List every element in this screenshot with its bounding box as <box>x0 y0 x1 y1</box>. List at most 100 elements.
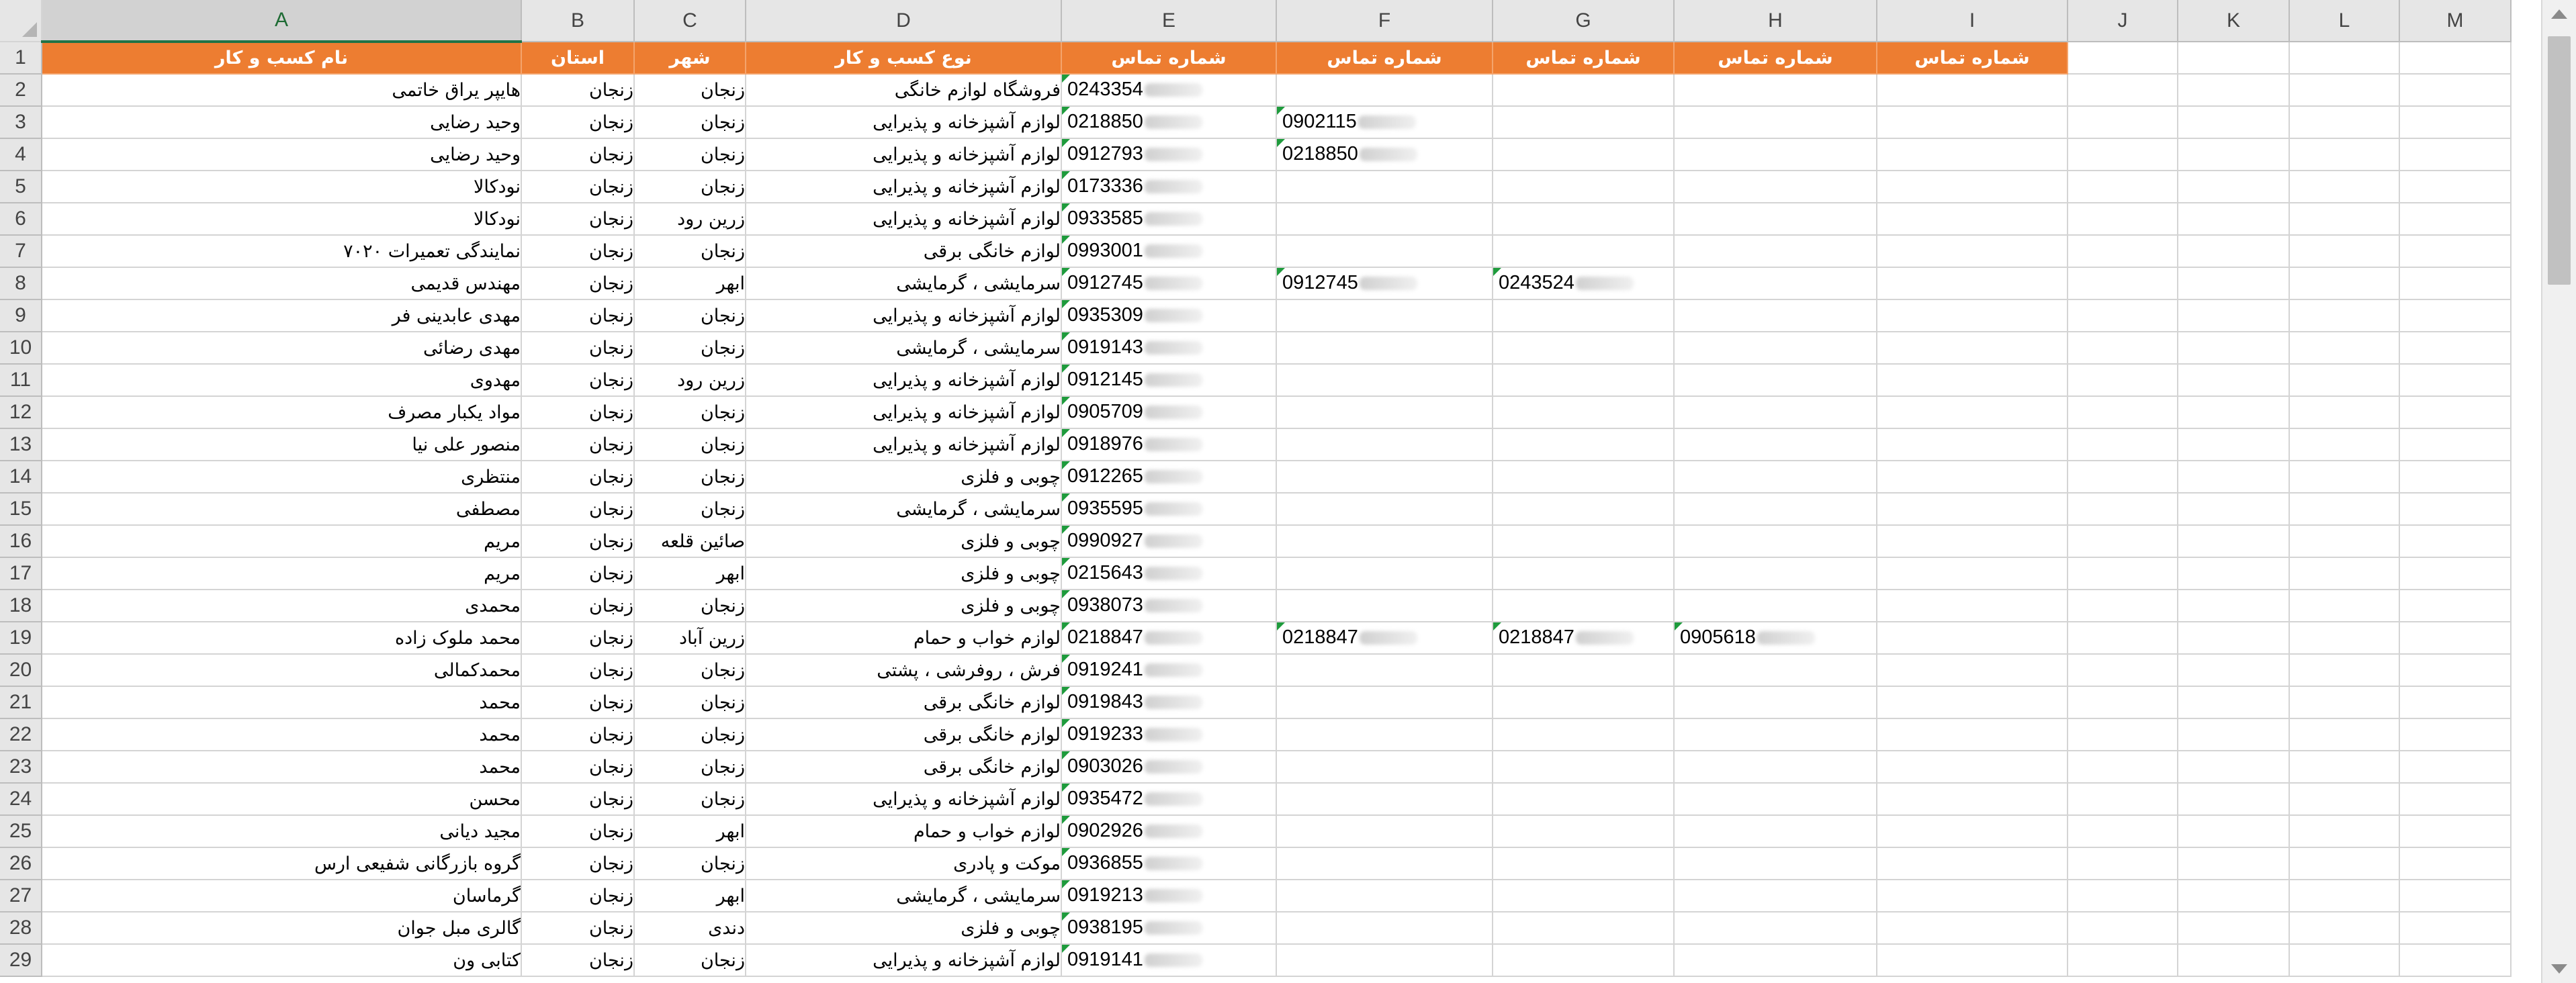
select-all-corner[interactable] <box>0 0 42 42</box>
data-cell-c[interactable]: زنجان <box>634 590 746 622</box>
empty-cell[interactable] <box>1877 267 2068 300</box>
column-header-e[interactable]: E <box>1061 0 1277 42</box>
data-cell-c[interactable]: زنجان <box>634 138 746 171</box>
empty-cell[interactable] <box>2289 847 2400 880</box>
data-cell-b[interactable]: زنجان <box>521 751 635 784</box>
phone-cell[interactable]: 0918976 <box>1061 428 1277 461</box>
data-cell-b[interactable]: زنجان <box>521 590 635 622</box>
empty-cell[interactable] <box>1674 847 1877 880</box>
empty-cell[interactable] <box>2289 235 2400 268</box>
data-cell-d[interactable]: فرش ، روفرشی ، پشتی <box>746 654 1062 687</box>
empty-cell[interactable] <box>1276 396 1493 429</box>
empty-cell[interactable] <box>2399 847 2512 880</box>
empty-cell[interactable] <box>1276 235 1493 268</box>
empty-cell[interactable] <box>1877 332 2068 365</box>
data-cell-d[interactable]: چوبی و فلزی <box>746 525 1062 558</box>
phone-cell[interactable]: 0243354 <box>1061 74 1277 107</box>
data-cell-c[interactable]: زنجان <box>634 751 746 784</box>
data-cell-d[interactable]: لوازم خانگی برقی <box>746 751 1062 784</box>
empty-cell[interactable] <box>1877 364 2068 397</box>
empty-cell[interactable] <box>1493 815 1675 848</box>
empty-cell[interactable] <box>2068 461 2178 494</box>
empty-cell[interactable] <box>1493 332 1675 365</box>
column-header-l[interactable]: L <box>2289 0 2400 42</box>
phone-cell[interactable]: 0938195 <box>1061 912 1277 945</box>
empty-cell[interactable] <box>2399 106 2512 139</box>
empty-cell[interactable] <box>2399 364 2512 397</box>
row-header[interactable]: 24 <box>0 783 42 816</box>
empty-cell[interactable] <box>2068 42 2178 75</box>
empty-cell[interactable] <box>1877 718 2068 751</box>
empty-cell[interactable] <box>1674 396 1877 429</box>
empty-cell[interactable] <box>1493 912 1675 945</box>
empty-cell[interactable] <box>1276 718 1493 751</box>
data-cell-d[interactable]: چوبی و فلزی <box>746 912 1062 945</box>
empty-cell[interactable] <box>2068 847 2178 880</box>
empty-cell[interactable] <box>2068 783 2178 816</box>
header-cell-a[interactable]: نام کسب و کار <box>42 42 522 75</box>
row-header[interactable]: 9 <box>0 299 42 332</box>
data-cell-b[interactable]: زنجان <box>521 138 635 171</box>
row-header[interactable]: 12 <box>0 396 42 429</box>
empty-cell[interactable] <box>1493 590 1675 622</box>
empty-cell[interactable] <box>1877 428 2068 461</box>
data-cell-d[interactable]: سرمایشی ، گرمایشی <box>746 332 1062 365</box>
row-header[interactable]: 2 <box>0 74 42 107</box>
empty-cell[interactable] <box>2178 718 2290 751</box>
empty-cell[interactable] <box>1877 847 2068 880</box>
column-header-a[interactable]: A <box>42 0 522 43</box>
empty-cell[interactable] <box>1276 461 1493 494</box>
empty-cell[interactable] <box>2399 525 2512 558</box>
empty-cell[interactable] <box>2399 912 2512 945</box>
empty-cell[interactable] <box>2399 461 2512 494</box>
data-cell-a[interactable]: مهدی عابدینی فر <box>42 299 522 332</box>
data-cell-d[interactable]: لوازم آشپزخانه و پذیرایی <box>746 944 1062 977</box>
column-header-j[interactable]: J <box>2068 0 2178 42</box>
row-header[interactable]: 7 <box>0 235 42 268</box>
column-header-c[interactable]: C <box>634 0 746 42</box>
empty-cell[interactable] <box>1877 654 2068 687</box>
empty-cell[interactable] <box>2178 171 2290 203</box>
extra-phone-cell[interactable]: 0218850 <box>1276 138 1493 171</box>
empty-cell[interactable] <box>1877 815 2068 848</box>
empty-cell[interactable] <box>2289 654 2400 687</box>
phone-cell[interactable]: 0905709 <box>1061 396 1277 429</box>
empty-cell[interactable] <box>2289 364 2400 397</box>
data-cell-c[interactable]: زنجان <box>634 493 746 526</box>
vertical-scrollbar[interactable] <box>2541 0 2576 983</box>
empty-cell[interactable] <box>1877 235 2068 268</box>
empty-cell[interactable] <box>2399 171 2512 203</box>
row-header[interactable]: 11 <box>0 364 42 397</box>
column-header-i[interactable]: I <box>1877 0 2068 42</box>
empty-cell[interactable] <box>2399 815 2512 848</box>
empty-cell[interactable] <box>1877 138 2068 171</box>
data-cell-b[interactable]: زنجان <box>521 525 635 558</box>
empty-cell[interactable] <box>2289 461 2400 494</box>
empty-cell[interactable] <box>1674 686 1877 719</box>
row-header[interactable]: 17 <box>0 557 42 590</box>
empty-cell[interactable] <box>1674 590 1877 622</box>
data-cell-a[interactable]: محمد <box>42 686 522 719</box>
empty-cell[interactable] <box>2178 622 2290 655</box>
empty-cell[interactable] <box>2178 751 2290 784</box>
empty-cell[interactable] <box>2178 461 2290 494</box>
scroll-down-icon[interactable] <box>2551 964 2567 974</box>
empty-cell[interactable] <box>1276 428 1493 461</box>
empty-cell[interactable] <box>2399 686 2512 719</box>
empty-cell[interactable] <box>2178 74 2290 107</box>
empty-cell[interactable] <box>2289 74 2400 107</box>
phone-cell[interactable]: 0993001 <box>1061 235 1277 268</box>
data-cell-a[interactable]: نودکالا <box>42 203 522 236</box>
column-header-f[interactable]: F <box>1276 0 1493 42</box>
empty-cell[interactable] <box>2068 718 2178 751</box>
data-cell-b[interactable]: زنجان <box>521 944 635 977</box>
empty-cell[interactable] <box>1877 106 2068 139</box>
empty-cell[interactable] <box>1674 106 1877 139</box>
data-cell-d[interactable]: لوازم خانگی برقی <box>746 718 1062 751</box>
data-cell-b[interactable]: زنجان <box>521 428 635 461</box>
empty-cell[interactable] <box>2068 686 2178 719</box>
empty-cell[interactable] <box>2178 364 2290 397</box>
data-cell-a[interactable]: مهدوی <box>42 364 522 397</box>
scroll-up-icon[interactable] <box>2551 9 2567 19</box>
empty-cell[interactable] <box>1276 525 1493 558</box>
